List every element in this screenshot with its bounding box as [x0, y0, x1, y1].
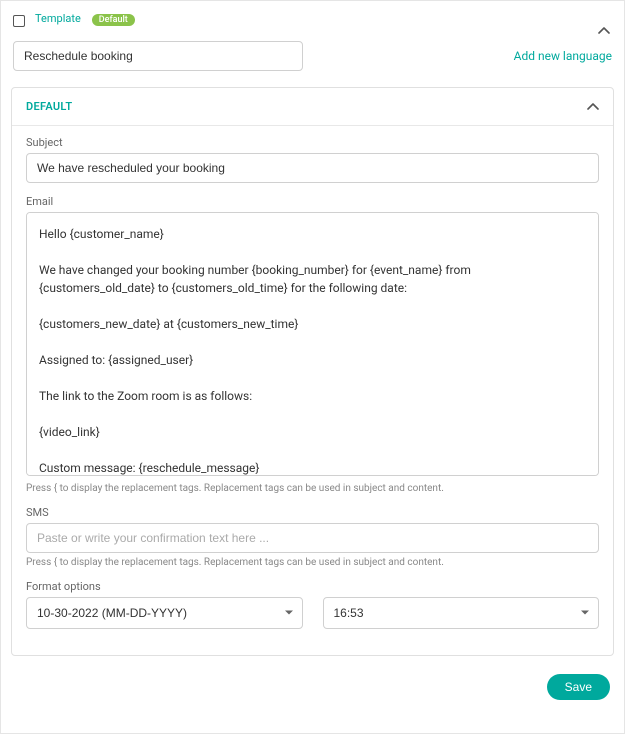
date-format-value: 10-30-2022 (MM-DD-YYYY): [37, 606, 187, 620]
format-label: Format options: [26, 580, 599, 593]
panel-body: Subject Email Press { to display the rep…: [12, 126, 613, 655]
default-language-panel: DEFAULT Subject Email Press { to display…: [11, 87, 614, 656]
default-badge: Default: [92, 14, 135, 26]
subject-field: Subject: [26, 136, 599, 183]
template-checkbox[interactable]: [13, 15, 25, 27]
name-row: Add new language: [1, 31, 624, 77]
sms-field: SMS Press { to display the replacement t…: [26, 506, 599, 568]
email-body-textarea[interactable]: [26, 212, 599, 476]
email-field: Email Press { to display the replacement…: [26, 195, 599, 494]
template-name-input[interactable]: [13, 41, 303, 71]
email-hint: Press { to display the replacement tags.…: [26, 483, 599, 494]
time-format-select[interactable]: 16:53: [323, 597, 600, 629]
chevron-up-icon[interactable]: [598, 27, 610, 35]
chevron-up-icon[interactable]: [587, 103, 599, 111]
date-format-select-wrap: 10-30-2022 (MM-DD-YYYY): [26, 597, 303, 629]
time-format-select-wrap: 16:53: [323, 597, 600, 629]
sms-hint: Press { to display the replacement tags.…: [26, 557, 599, 568]
subject-label: Subject: [26, 136, 599, 149]
email-label: Email: [26, 195, 599, 208]
time-format-value: 16:53: [334, 606, 364, 620]
panel-header[interactable]: DEFAULT: [12, 88, 613, 126]
date-format-select[interactable]: 10-30-2022 (MM-DD-YYYY): [26, 597, 303, 629]
save-button[interactable]: Save: [547, 674, 610, 700]
sms-label: SMS: [26, 506, 599, 519]
template-link[interactable]: Template: [35, 12, 81, 25]
add-language-link[interactable]: Add new language: [514, 49, 612, 63]
sms-input[interactable]: [26, 523, 599, 553]
panel-title: DEFAULT: [26, 100, 72, 113]
template-header: Template Default: [1, 1, 624, 31]
subject-input[interactable]: [26, 153, 599, 183]
footer: Save: [1, 666, 624, 712]
format-options-field: Format options 10-30-2022 (MM-DD-YYYY) 1…: [26, 580, 599, 629]
